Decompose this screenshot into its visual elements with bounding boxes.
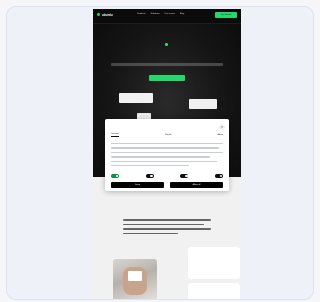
tab-about[interactable]: About: [218, 134, 223, 136]
brand-logo-text: ubuntu: [101, 13, 113, 17]
get-started-button[interactable]: Get Started: [215, 12, 237, 18]
feature-tile: [119, 93, 153, 103]
website-screenshot: ubuntu Products Solutions Use cases Blog…: [93, 9, 241, 299]
cookie-consent-modal: × Consent Details About Deny Allow all: [105, 119, 229, 191]
feature-tile: [189, 99, 217, 109]
statistics-toggle[interactable]: [180, 174, 189, 178]
info-card: [188, 283, 240, 299]
text-line: [111, 151, 223, 154]
nav-link-products[interactable]: Products: [137, 13, 146, 15]
text-line: [123, 228, 211, 230]
info-card: [188, 247, 240, 279]
tab-consent[interactable]: Consent: [111, 133, 119, 137]
hero-text-line: [111, 63, 223, 66]
product-photo: [113, 259, 157, 299]
status-dot: [165, 43, 168, 46]
text-line: [111, 164, 190, 167]
preview-card: ubuntu Products Solutions Use cases Blog…: [6, 6, 314, 300]
nav-link-solutions[interactable]: Solutions: [151, 13, 160, 15]
allow-all-button[interactable]: Allow all: [170, 182, 223, 188]
nav-link-use-cases[interactable]: Use cases: [165, 13, 175, 15]
text-line: [123, 232, 178, 234]
preferences-toggle[interactable]: [145, 174, 154, 178]
necessary-toggle[interactable]: [111, 174, 119, 178]
text-line: [111, 143, 223, 145]
consent-actions: Deny Allow all: [111, 182, 223, 188]
tab-details[interactable]: Details: [165, 134, 171, 136]
text-line: [123, 219, 211, 221]
consent-toggles: [111, 172, 223, 180]
consent-tabs: Consent Details About: [111, 131, 223, 138]
nav-links: Products Solutions Use cases Blog: [137, 13, 184, 15]
close-icon[interactable]: ×: [219, 124, 225, 130]
deny-button[interactable]: Deny: [111, 182, 164, 188]
top-navigation: ubuntu Products Solutions Use cases Blog…: [93, 9, 241, 24]
text-line: [111, 147, 219, 149]
hero-cta-button[interactable]: [149, 75, 185, 81]
text-line: [123, 223, 204, 225]
logo-icon: [97, 13, 100, 16]
nav-link-blog[interactable]: Blog: [180, 13, 184, 15]
marketing-toggle[interactable]: [214, 174, 223, 178]
consent-description: [111, 143, 223, 171]
photo-card: [128, 271, 142, 281]
text-line: [111, 160, 218, 162]
brand-logo[interactable]: ubuntu: [97, 13, 113, 17]
text-line: [111, 156, 210, 158]
content-text-block: [123, 219, 211, 237]
